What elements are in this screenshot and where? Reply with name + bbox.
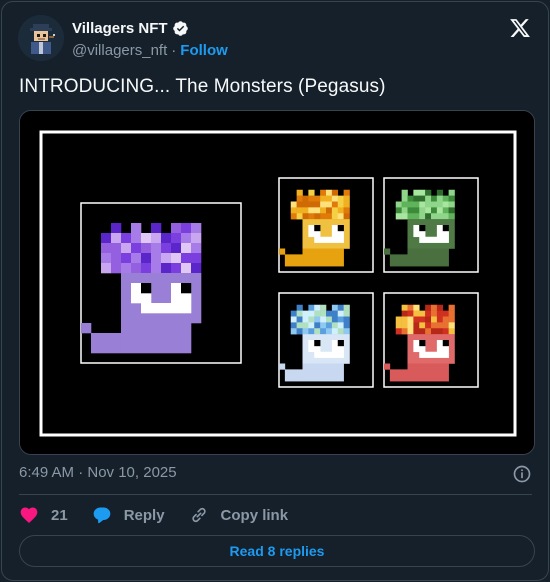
follow-button[interactable]: Follow	[180, 42, 228, 59]
heart-icon	[20, 507, 38, 523]
like-button[interactable]: 21	[19, 505, 68, 525]
info-icon[interactable]	[512, 464, 532, 484]
reply-button[interactable]: Reply	[92, 505, 165, 525]
verified-badge-icon	[172, 20, 188, 36]
reply-bubble-icon	[93, 507, 111, 524]
separator-dot: ·	[171, 41, 177, 59]
action-bar: 21 Reply Copy link	[19, 504, 312, 526]
timestamp-row: 6:49 AM · Nov 10, 2025	[19, 464, 532, 484]
divider	[19, 494, 532, 495]
x-logo-icon[interactable]	[508, 17, 532, 39]
tweet-header: Villagers NFT @villagers_nft · Follow	[18, 15, 532, 61]
villager-avatar-icon	[18, 15, 64, 61]
author-name[interactable]: Villagers NFT	[72, 20, 168, 37]
avatar[interactable]	[18, 15, 64, 61]
copy-link-label: Copy link	[220, 506, 289, 524]
copy-link-button[interactable]: Copy link	[189, 505, 289, 525]
tweet-timestamp[interactable]: 6:49 AM · Nov 10, 2025	[19, 464, 177, 481]
tweet-card: Villagers NFT @villagers_nft · Follow IN…	[1, 1, 549, 581]
monsters-artwork	[20, 111, 534, 454]
read-replies-button[interactable]: Read 8 replies	[19, 535, 535, 567]
like-count: 21	[51, 506, 68, 524]
tweet-media[interactable]	[19, 110, 535, 455]
author-handle[interactable]: @villagers_nft	[72, 42, 167, 59]
tweet-text: INTRODUCING... The Monsters (Pegasus)	[19, 76, 386, 97]
reply-label: Reply	[123, 506, 165, 524]
link-icon	[191, 507, 206, 523]
